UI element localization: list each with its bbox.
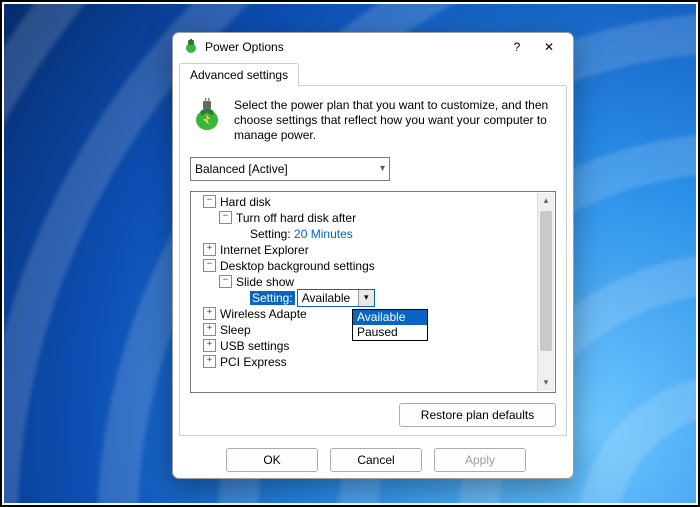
dropdown-option-paused[interactable]: Paused <box>353 325 427 340</box>
slideshow-combo[interactable]: Available ▾ <box>297 289 375 307</box>
ok-button[interactable]: OK <box>226 448 318 472</box>
restore-defaults-button[interactable]: Restore plan defaults <box>399 403 556 427</box>
tree-item-slideshow[interactable]: −Slide show <box>191 274 555 290</box>
chevron-down-icon[interactable]: ▾ <box>358 290 374 306</box>
tab-advanced-settings[interactable]: Advanced settings <box>179 63 299 86</box>
collapse-icon[interactable]: − <box>203 195 216 208</box>
hdd-setting-value[interactable]: 20 Minutes <box>294 227 353 241</box>
apply-button: Apply <box>434 448 526 472</box>
tree-item-hard-disk[interactable]: −Hard disk <box>191 194 555 210</box>
power-icon <box>190 98 224 132</box>
tree-item-hdd-setting[interactable]: Setting: 20 Minutes <box>191 226 555 242</box>
expand-icon[interactable]: + <box>203 355 216 368</box>
expand-icon[interactable]: + <box>203 323 216 336</box>
titlebar[interactable]: Power Options ? ✕ <box>173 33 573 60</box>
scroll-down-icon[interactable]: ▾ <box>538 375 554 391</box>
tab-strip: Advanced settings <box>173 60 573 85</box>
slideshow-combo-value: Available <box>298 291 358 305</box>
collapse-icon[interactable]: − <box>219 211 232 224</box>
help-button[interactable]: ? <box>501 33 533 60</box>
intro-text: Select the power plan that you want to c… <box>234 98 556 143</box>
power-options-dialog: Power Options ? ✕ Advanced settings Sele <box>172 32 574 479</box>
expand-icon[interactable]: + <box>203 243 216 256</box>
close-button[interactable]: ✕ <box>533 33 565 60</box>
tree-item-ie[interactable]: +Internet Explorer <box>191 242 555 258</box>
slideshow-dropdown[interactable]: Available Paused <box>352 309 428 341</box>
power-plan-select[interactable]: Balanced [Active] ▾ <box>190 157 390 181</box>
power-plan-value: Balanced [Active] <box>195 162 288 176</box>
tree-item-pci[interactable]: +PCI Express <box>191 354 555 370</box>
tab-panel: Select the power plan that you want to c… <box>179 86 567 436</box>
scroll-up-icon[interactable]: ▴ <box>538 193 554 209</box>
scrollbar-thumb[interactable] <box>540 211 552 351</box>
collapse-icon[interactable]: − <box>219 275 232 288</box>
tree-item-turn-off-hdd[interactable]: −Turn off hard disk after <box>191 210 555 226</box>
expand-icon[interactable]: + <box>203 307 216 320</box>
window-title: Power Options <box>205 40 501 54</box>
dialog-footer: OK Cancel Apply <box>173 442 573 478</box>
expand-icon[interactable]: + <box>203 339 216 352</box>
chevron-down-icon: ▾ <box>380 163 385 174</box>
app-icon <box>183 39 199 55</box>
intro-section: Select the power plan that you want to c… <box>190 98 556 143</box>
cancel-button[interactable]: Cancel <box>330 448 422 472</box>
setting-label-selected: Setting: <box>250 291 295 305</box>
tree-scrollbar[interactable]: ▴ ▾ <box>537 193 554 391</box>
tree-item-slideshow-setting[interactable]: Setting: Available ▾ <box>191 290 555 306</box>
collapse-icon[interactable]: − <box>203 259 216 272</box>
settings-tree[interactable]: −Hard disk −Turn off hard disk after Set… <box>190 191 556 393</box>
dropdown-option-available[interactable]: Available <box>353 310 427 325</box>
tree-item-desktop-bg[interactable]: −Desktop background settings <box>191 258 555 274</box>
